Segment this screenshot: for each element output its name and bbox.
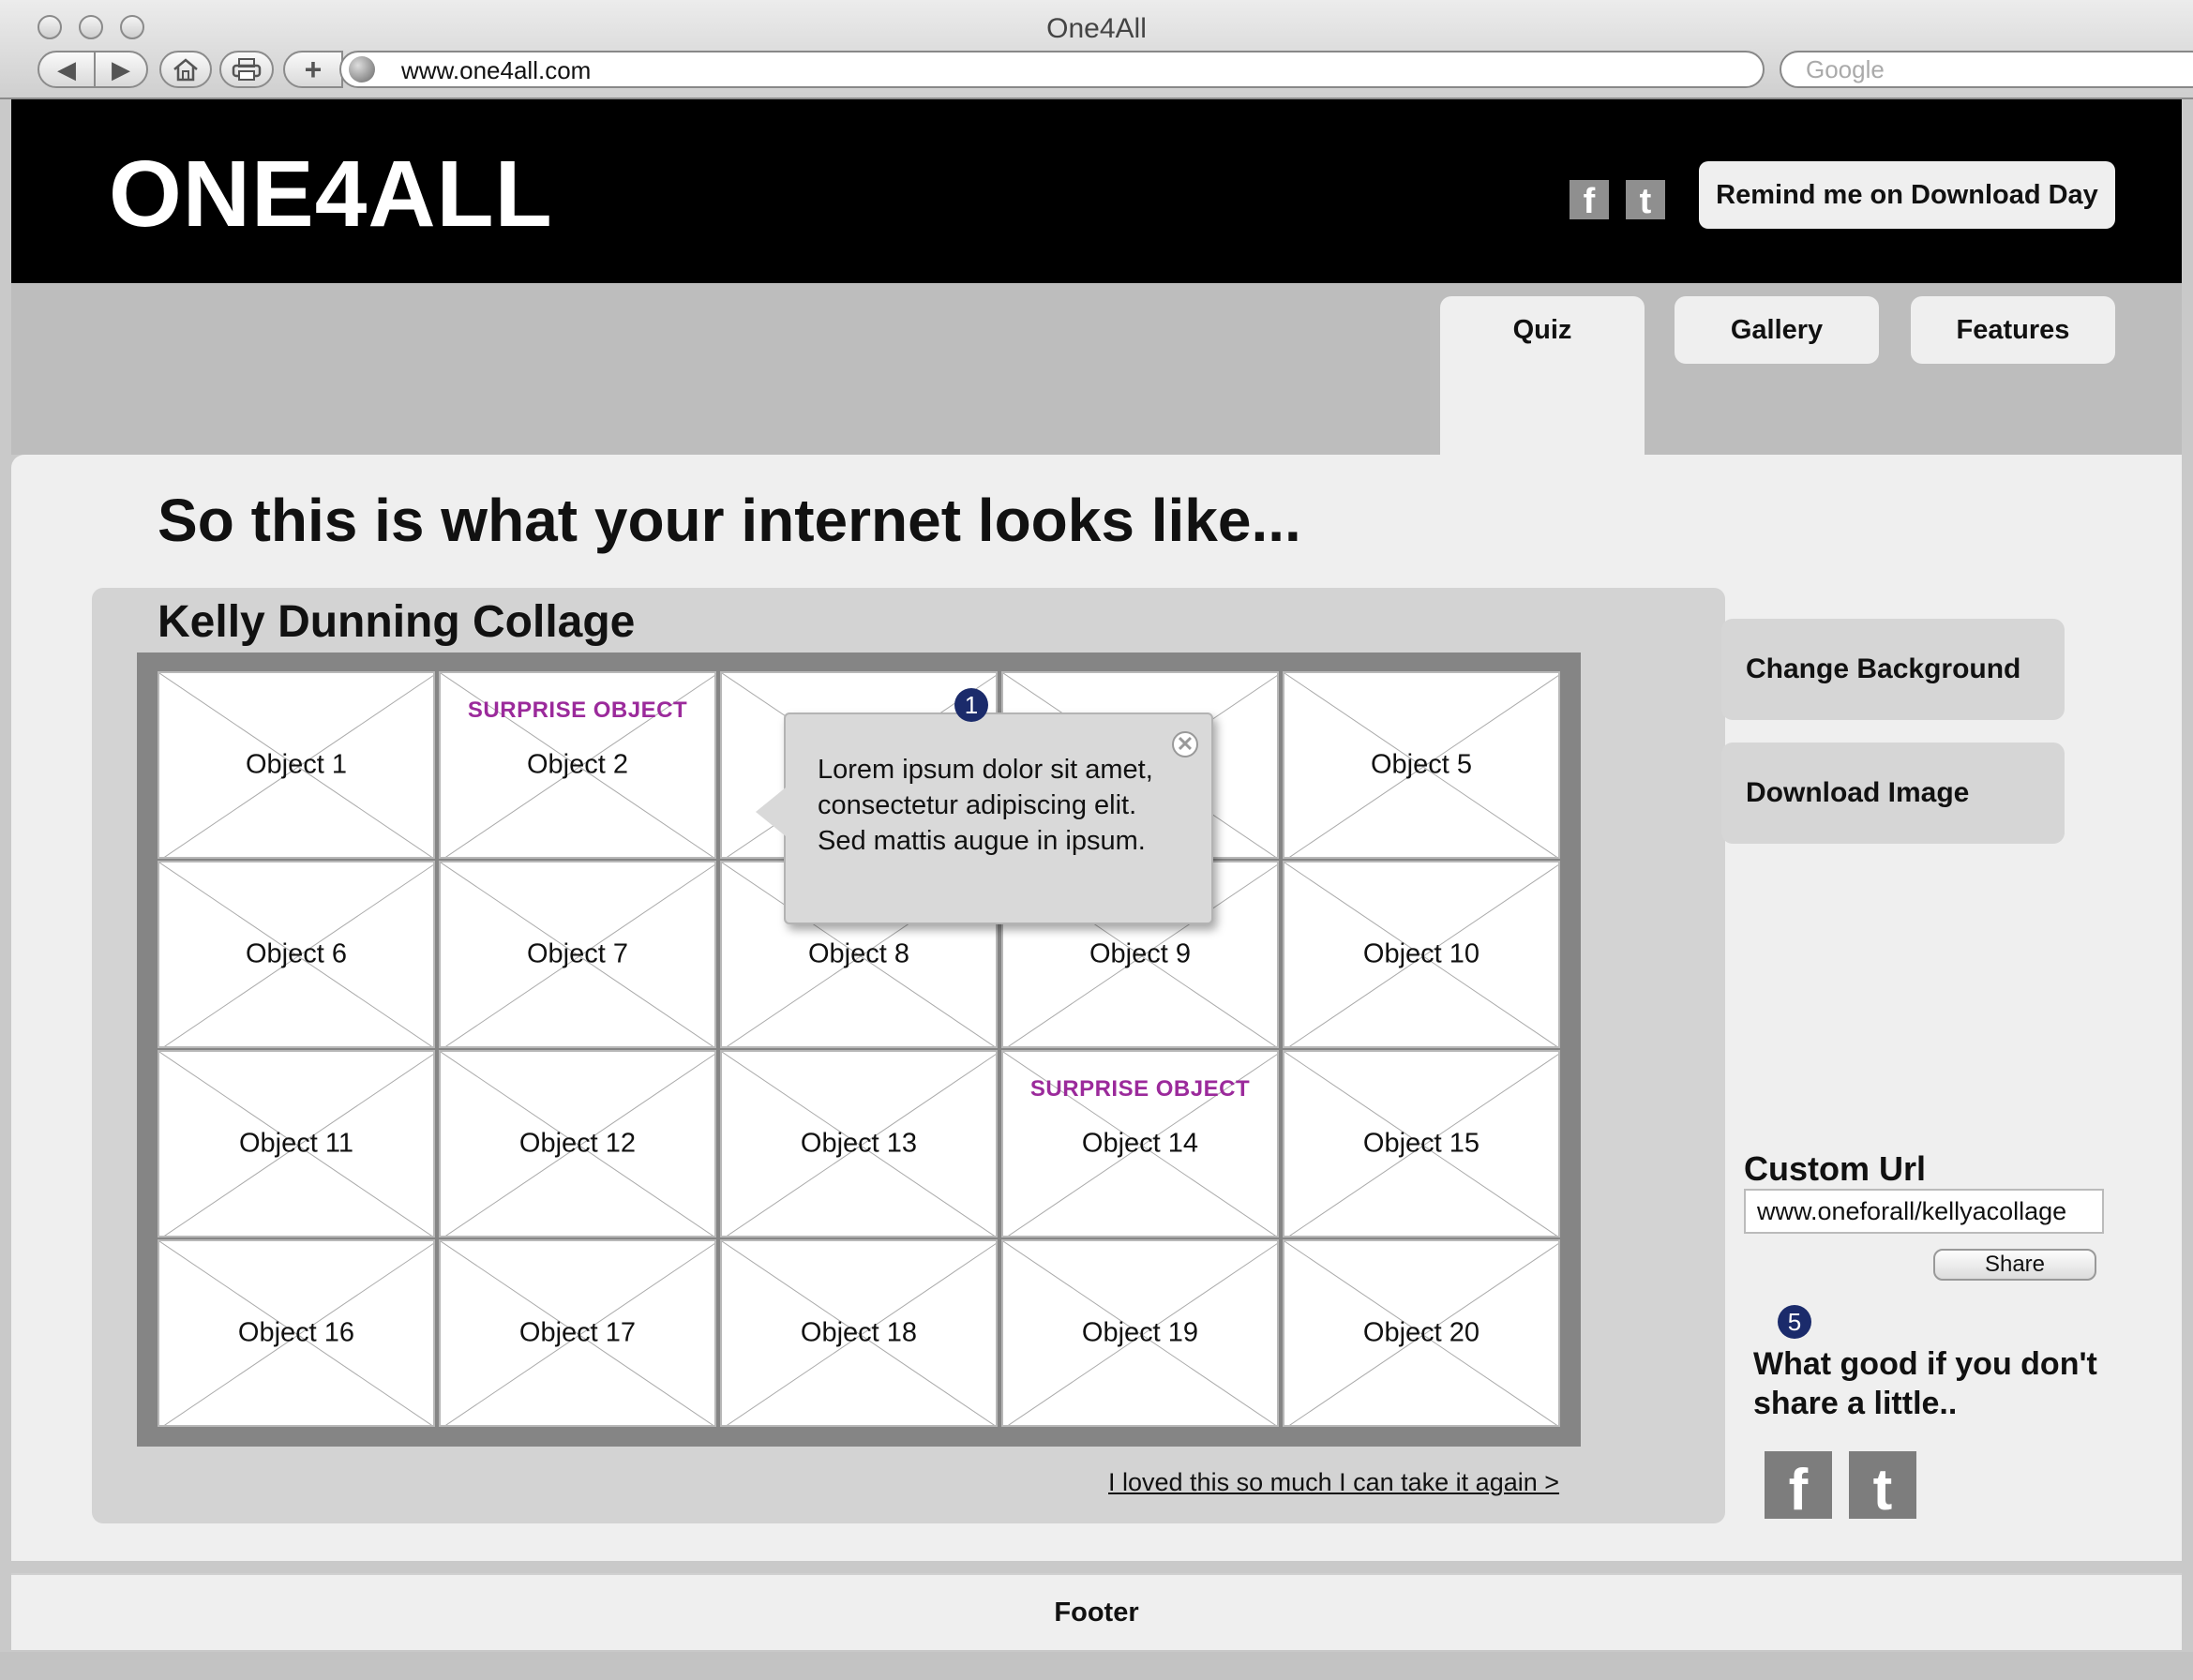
tooltip-text: Lorem ipsum dolor sit amet, consectetur … bbox=[818, 752, 1183, 859]
print-button[interactable] bbox=[219, 51, 274, 88]
collage-object[interactable]: SURPRISE OBJECT Object 2 bbox=[439, 671, 716, 859]
share-button[interactable]: Share bbox=[1933, 1249, 2096, 1281]
object-label: Object 20 bbox=[1362, 1317, 1480, 1348]
site-logo[interactable]: ONE4ALL bbox=[109, 141, 553, 248]
object-label: Object 8 bbox=[808, 938, 909, 969]
collage-object[interactable]: Object 16 bbox=[158, 1239, 435, 1427]
object-label: Object 13 bbox=[800, 1128, 918, 1159]
object-label: Object 12 bbox=[518, 1128, 637, 1159]
window-title: One4All bbox=[1046, 13, 1147, 44]
collage-object[interactable]: Object 12 bbox=[439, 1050, 716, 1238]
custom-url-input[interactable] bbox=[1744, 1189, 2104, 1234]
close-icon[interactable]: ✕ bbox=[1172, 731, 1198, 758]
custom-url-title: Custom Url bbox=[1744, 1149, 1927, 1188]
print-icon bbox=[232, 58, 262, 81]
tab-quiz[interactable]: Quiz bbox=[1440, 296, 1645, 460]
tooltip-pointer bbox=[756, 788, 786, 836]
object-label: Object 19 bbox=[1081, 1317, 1199, 1348]
object-label: Object 14 bbox=[1081, 1128, 1199, 1159]
object-label: Object 18 bbox=[800, 1317, 918, 1348]
collage-object[interactable]: Object 5 bbox=[1283, 671, 1560, 859]
browser-search-field[interactable]: Google bbox=[1780, 51, 2193, 88]
tooltip-line: Lorem ipsum dolor sit amet, bbox=[818, 755, 1153, 785]
collage-object[interactable]: Object 20 bbox=[1283, 1239, 1560, 1427]
object-label: Object 10 bbox=[1362, 938, 1480, 969]
twitter-icon[interactable]: t bbox=[1626, 180, 1665, 219]
change-background-button[interactable]: Change Background bbox=[1721, 619, 2065, 720]
collage-object[interactable]: Object 11 bbox=[158, 1050, 435, 1238]
collage-object[interactable]: Object 15 bbox=[1283, 1050, 1560, 1238]
globe-icon bbox=[349, 56, 375, 82]
collage-object[interactable]: Object 19 bbox=[1001, 1239, 1279, 1427]
back-arrow-icon: ◀ bbox=[57, 54, 76, 83]
tab-features[interactable]: Features bbox=[1911, 296, 2115, 364]
window-bottom-bar bbox=[0, 1652, 2193, 1680]
collage-object[interactable]: Object 6 bbox=[158, 861, 435, 1048]
object-label: Object 11 bbox=[239, 1128, 353, 1159]
surprise-object-tag: SURPRISE OBJECT bbox=[467, 698, 688, 723]
address-text[interactable]: www.one4all.com bbox=[401, 56, 591, 85]
collage-object[interactable]: SURPRISE OBJECT Object 14 bbox=[1001, 1050, 1279, 1238]
collage-title: Kelly Dunning Collage bbox=[158, 597, 636, 647]
collage-object[interactable]: Object 10 bbox=[1283, 861, 1560, 1048]
object-label: Object 5 bbox=[1371, 749, 1472, 780]
forward-button[interactable]: ▶ bbox=[94, 51, 148, 88]
object-label: Object 1 bbox=[246, 749, 347, 780]
home-icon bbox=[173, 58, 198, 82]
facebook-icon[interactable]: f bbox=[1570, 180, 1609, 219]
back-button[interactable]: ◀ bbox=[38, 51, 96, 88]
tab-gallery[interactable]: Gallery bbox=[1675, 296, 1879, 364]
object-label: Object 6 bbox=[246, 938, 347, 969]
forward-arrow-icon: ▶ bbox=[112, 54, 130, 83]
object-label: Object 9 bbox=[1089, 938, 1191, 969]
step-badge: 1 bbox=[954, 688, 988, 722]
collage-object[interactable]: Object 1 bbox=[158, 671, 435, 859]
object-label: Object 16 bbox=[237, 1317, 355, 1348]
surprise-object-tag: SURPRISE OBJECT bbox=[1029, 1076, 1251, 1102]
download-image-button[interactable]: Download Image bbox=[1721, 742, 2065, 844]
collage-object[interactable]: Object 17 bbox=[439, 1239, 716, 1427]
step-badge: 5 bbox=[1778, 1305, 1811, 1339]
tooltip-line: Sed mattis augue in ipsum. bbox=[818, 826, 1146, 856]
facebook-icon[interactable]: f bbox=[1765, 1451, 1832, 1519]
object-label: Object 7 bbox=[527, 938, 628, 969]
home-button[interactable] bbox=[159, 51, 212, 88]
collage-object[interactable]: Object 18 bbox=[720, 1239, 998, 1427]
object-label: Object 15 bbox=[1362, 1128, 1480, 1159]
site-footer: Footer bbox=[11, 1573, 2182, 1650]
retake-quiz-link[interactable]: I loved this so much I can take it again… bbox=[1108, 1468, 1559, 1497]
plus-icon: + bbox=[304, 52, 323, 86]
collage-object[interactable]: Object 13 bbox=[720, 1050, 998, 1238]
add-bookmark-button[interactable]: + bbox=[283, 51, 343, 88]
share-note: What good if you don't share a little.. bbox=[1753, 1346, 2097, 1421]
twitter-icon[interactable]: t bbox=[1849, 1451, 1916, 1519]
object-label: Object 17 bbox=[518, 1317, 637, 1348]
page-title: So this is what your internet looks like… bbox=[158, 487, 1301, 554]
object-label: Object 2 bbox=[527, 749, 628, 780]
tooltip-line: consectetur adipiscing elit. bbox=[818, 790, 1137, 820]
collage-object[interactable]: Object 7 bbox=[439, 861, 716, 1048]
remind-download-day-button[interactable]: Remind me on Download Day bbox=[1699, 161, 2115, 229]
